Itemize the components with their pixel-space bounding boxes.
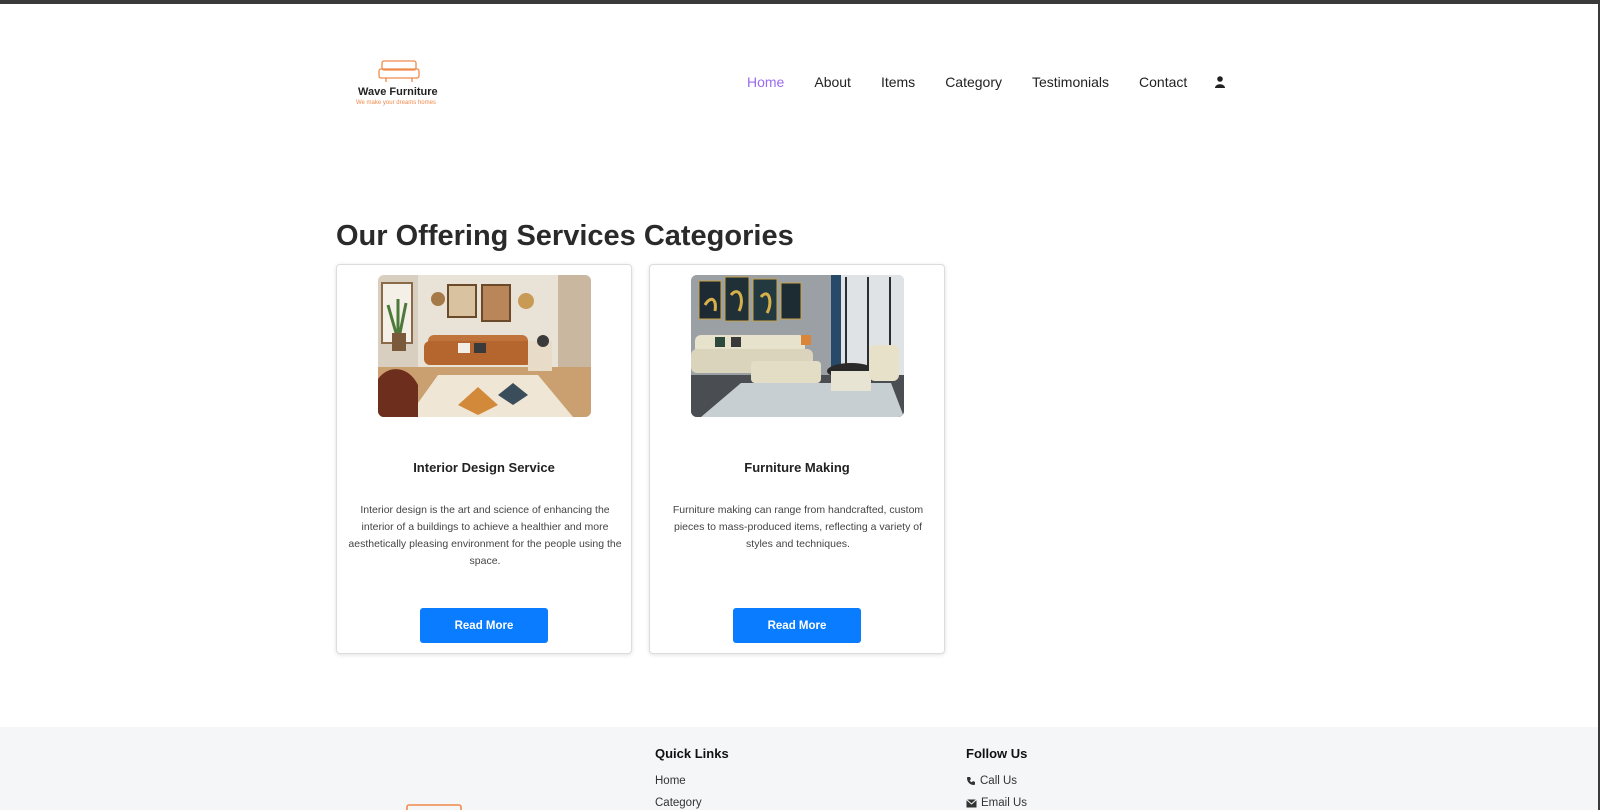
card-title: Furniture Making (744, 460, 850, 475)
read-more-button[interactable]: Read More (420, 608, 548, 643)
footer: Quick Links Home Category Follow Us Call… (0, 727, 1600, 810)
service-card: Furniture Making Furniture making can ra… (649, 264, 945, 654)
phone-icon (967, 777, 975, 785)
footer-link-label: Email Us (981, 797, 1028, 809)
follow-us: Follow Us Call Us Email Us (966, 746, 1027, 810)
nav-about[interactable]: About (814, 74, 851, 90)
footer-link-category[interactable]: Category (655, 797, 729, 809)
brand-tagline: We make your dreams homes (356, 100, 436, 106)
envelope-icon (966, 798, 977, 807)
card-description: Interior design is the art and science o… (348, 504, 622, 567)
brand-logo[interactable]: Wave Furniture We make your dreams homes (350, 56, 446, 108)
card-title: Interior Design Service (413, 460, 555, 475)
read-more-button[interactable]: Read More (733, 608, 861, 643)
footer-link-call[interactable]: Call Us (966, 775, 1027, 787)
main-nav: Home About Items Category Testimonials C… (747, 74, 1226, 90)
user-icon[interactable] (1215, 76, 1226, 88)
page: Wave Furniture We make your dreams homes… (0, 4, 1600, 810)
interior-design-image (378, 275, 591, 417)
card-description: Furniture making can range from handcraf… (672, 504, 924, 550)
footer-link-email[interactable]: Email Us (966, 797, 1027, 809)
service-card: Interior Design Service Interior design … (336, 264, 632, 654)
quick-links: Quick Links Home Category (655, 746, 729, 810)
nav-contact[interactable]: Contact (1139, 74, 1187, 90)
sofa-logo-icon[interactable] (405, 801, 463, 810)
quick-links-heading: Quick Links (655, 746, 729, 761)
section-title: Our Offering Services Categories (336, 220, 794, 252)
footer-link-home[interactable]: Home (655, 775, 729, 787)
sofa-logo-icon (378, 60, 420, 82)
nav-category[interactable]: Category (945, 74, 1002, 90)
furniture-making-image (691, 275, 904, 417)
nav-home[interactable]: Home (747, 74, 784, 90)
footer-link-label: Call Us (980, 775, 1018, 787)
nav-items[interactable]: Items (881, 74, 915, 90)
brand-name: Wave Furniture (358, 86, 438, 98)
follow-us-heading: Follow Us (966, 746, 1028, 761)
nav-testimonials[interactable]: Testimonials (1032, 74, 1109, 90)
